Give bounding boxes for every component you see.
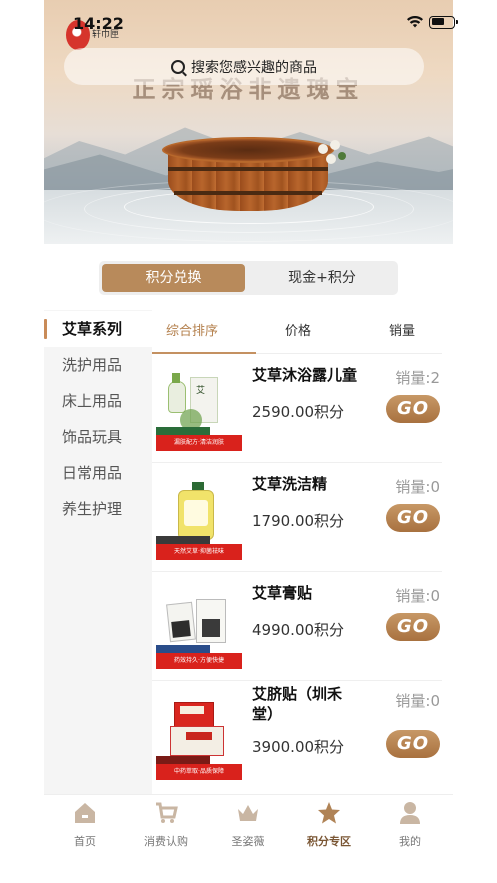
category-item-yangsheng[interactable]: 养生护理 xyxy=(44,491,152,527)
status-time: 14:22 xyxy=(73,14,124,33)
sort-active-underline xyxy=(152,352,256,354)
search-icon xyxy=(171,59,185,74)
sort-price[interactable]: 价格 xyxy=(258,312,338,352)
product-image: 中药萃取·品质保障 xyxy=(156,696,242,782)
product-card[interactable]: 药效持久·方便快捷 艾草膏贴 销量:0 4990.00积分 GO xyxy=(152,573,442,681)
status-indicators xyxy=(407,15,458,29)
product-sales: 销量:2 xyxy=(395,369,440,387)
product-image-caption: 漏肤配方·清洁润肤 xyxy=(174,439,224,446)
toggle-cash-plus-points[interactable]: 现金+积分 xyxy=(249,264,395,292)
tab-label: 积分专区 xyxy=(307,835,351,848)
bottom-tab-bar: 首页 消费认购 圣姿薇 积分专区 我的 xyxy=(44,794,453,854)
product-image: 天然艾草·抑菌祛味 xyxy=(156,476,242,562)
category-sidebar: 艾草系列 洗护用品 床上用品 饰品玩具 日常用品 养生护理 xyxy=(44,310,152,794)
product-card[interactable]: 艾 漏肤配方·清洁润肤 艾草沐浴露儿童 销量:2 2590.00积分 GO xyxy=(152,355,442,463)
category-item-richang[interactable]: 日常用品 xyxy=(44,455,152,491)
product-name: 艾草沐浴露儿童 xyxy=(252,366,358,384)
product-sales: 销量:0 xyxy=(395,587,440,605)
go-button[interactable]: GO xyxy=(386,730,440,758)
product-price: 1790.00积分 xyxy=(252,512,345,530)
user-icon xyxy=(400,802,420,824)
go-button[interactable]: GO xyxy=(386,613,440,641)
home-icon xyxy=(75,803,95,823)
tab-shengziwei[interactable]: 圣姿薇 xyxy=(208,801,288,849)
go-button[interactable]: GO xyxy=(386,504,440,532)
search-bar[interactable]: 搜索您感兴趣的商品 xyxy=(64,48,424,85)
sort-header: 综合排序 价格 销量 xyxy=(152,312,442,354)
category-item-xihu[interactable]: 洗护用品 xyxy=(44,347,152,383)
tab-mine[interactable]: 我的 xyxy=(370,801,450,849)
sort-comprehensive[interactable]: 综合排序 xyxy=(152,312,232,352)
product-price: 2590.00积分 xyxy=(252,403,345,421)
cart-icon xyxy=(156,802,178,823)
star-icon xyxy=(318,802,340,824)
category-item-aicao[interactable]: 艾草系列 xyxy=(44,311,152,347)
tab-label: 我的 xyxy=(399,835,421,848)
product-name: 艾草膏贴 xyxy=(252,584,313,602)
wifi-icon xyxy=(407,16,423,28)
product-name: 艾草洗洁精 xyxy=(252,475,328,493)
tab-label: 消费认购 xyxy=(144,835,188,848)
toggle-points-exchange[interactable]: 积分兑换 xyxy=(102,264,245,292)
search-placeholder: 搜索您感兴趣的商品 xyxy=(191,59,317,76)
product-image: 艾 漏肤配方·清洁润肤 xyxy=(156,367,242,453)
product-image-caption: 药效持久·方便快捷 xyxy=(174,657,224,664)
product-price: 4990.00积分 xyxy=(252,621,345,639)
flowers-image xyxy=(316,140,350,170)
go-button[interactable]: GO xyxy=(386,395,440,423)
product-image: 药效持久·方便快捷 xyxy=(156,585,242,671)
product-sales: 销量:0 xyxy=(395,478,440,496)
product-price: 3900.00积分 xyxy=(252,738,345,756)
wooden-tub-image xyxy=(162,137,334,213)
tab-consumption-subscribe[interactable]: 消费认购 xyxy=(126,801,206,849)
product-image-caption: 中药萃取·品质保障 xyxy=(174,768,224,775)
category-item-chuangshang[interactable]: 床上用品 xyxy=(44,383,152,419)
exchange-mode-toggle: 积分兑换 现金+积分 xyxy=(99,261,398,295)
product-card[interactable]: 天然艾草·抑菌祛味 艾草洗洁精 销量:0 1790.00积分 GO xyxy=(152,464,442,572)
sort-sales[interactable]: 销量 xyxy=(362,312,442,352)
tab-label: 首页 xyxy=(74,835,96,848)
tab-points-zone[interactable]: 积分专区 xyxy=(289,801,369,849)
product-card[interactable]: 中药萃取·品质保障 艾脐贴（圳禾堂） 销量:0 3900.00积分 GO xyxy=(152,682,442,794)
product-name: 艾脐贴（圳禾堂） xyxy=(252,685,343,723)
product-image-caption: 天然艾草·抑菌祛味 xyxy=(174,548,224,555)
battery-icon xyxy=(429,15,458,29)
tab-home[interactable]: 首页 xyxy=(45,801,125,849)
crown-icon xyxy=(238,805,258,821)
product-sales: 销量:0 xyxy=(395,692,440,710)
category-item-shipin[interactable]: 饰品玩具 xyxy=(44,419,152,455)
tab-label: 圣姿薇 xyxy=(231,835,265,848)
